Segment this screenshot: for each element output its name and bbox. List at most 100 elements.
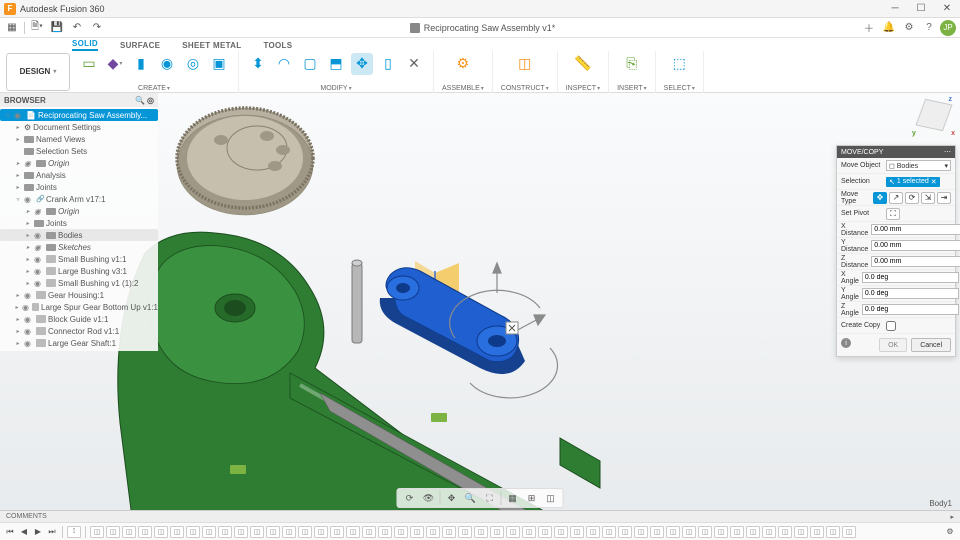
timeline-feature[interactable]: ◫	[442, 526, 456, 538]
select-label[interactable]: SELECT	[664, 85, 695, 93]
selection-chip[interactable]: ↖ 1 selected ✕	[886, 177, 940, 187]
move-type-rotate-icon[interactable]: ⟳	[905, 192, 919, 204]
tree-item[interactable]: ▸◉Origin	[0, 157, 158, 169]
tree-item[interactable]: ▸Joints	[0, 217, 158, 229]
close-button[interactable]: ✕	[934, 0, 960, 18]
timeline-feature[interactable]: ◫	[586, 526, 600, 538]
visibility-icon[interactable]: ◉	[34, 255, 44, 264]
timeline-feature[interactable]: ◫	[554, 526, 568, 538]
timeline-feature[interactable]: ◫	[794, 526, 808, 538]
ribbon-tab-surface[interactable]: SURFACE	[120, 41, 160, 51]
move-icon[interactable]: ✥	[351, 53, 373, 75]
tree-item[interactable]: ▸◉Large Gear Shaft:1	[0, 337, 158, 349]
expand-icon[interactable]: ▸	[14, 124, 22, 131]
expand-icon[interactable]: ▸	[14, 328, 22, 335]
tree-item[interactable]: ▸◉Large Bushing v3:1	[0, 265, 158, 277]
browser-settings-icon[interactable]: ◎	[147, 96, 154, 105]
timeline-feature[interactable]: ◫	[202, 526, 216, 538]
timeline-feature[interactable]: ◫	[250, 526, 264, 538]
zoom-icon[interactable]: 🔍	[463, 491, 479, 505]
timeline-feature[interactable]: ◫	[458, 526, 472, 538]
set-pivot-button[interactable]: ⛶	[886, 208, 900, 220]
hole-icon[interactable]: ◎	[182, 53, 204, 75]
timeline-feature[interactable]: ◫	[634, 526, 648, 538]
workspace-switcher[interactable]: DESIGN	[6, 53, 70, 91]
viewcube-face[interactable]	[915, 99, 952, 131]
timeline-feature[interactable]: ◫	[666, 526, 680, 538]
timeline-feature[interactable]: ◫	[538, 526, 552, 538]
look-icon[interactable]: 👁	[421, 491, 437, 505]
tree-item[interactable]: ▸Joints	[0, 181, 158, 193]
tree-item[interactable]: ▸◉Gear Housing:1	[0, 289, 158, 301]
sketch-icon[interactable]: ▭	[78, 53, 100, 75]
comments-bar[interactable]: COMMENTS ▸	[0, 510, 960, 522]
viewports-icon[interactable]: ◫	[543, 491, 559, 505]
x-distance-input[interactable]	[871, 224, 960, 235]
timeline-feature[interactable]: ◫	[842, 526, 856, 538]
shell-icon[interactable]: ▢	[299, 53, 321, 75]
grid-icon[interactable]: ⊞	[524, 491, 540, 505]
timeline-feature[interactable]: ◫	[490, 526, 504, 538]
timeline-feature[interactable]: ◫	[746, 526, 760, 538]
tree-item[interactable]: Selection Sets	[0, 145, 158, 157]
timeline-feature[interactable]: ◫	[426, 526, 440, 538]
visibility-icon[interactable]: ◉	[24, 159, 34, 168]
timeline-feature[interactable]: ◫	[122, 526, 136, 538]
display-icon[interactable]: ▦	[505, 491, 521, 505]
cancel-button[interactable]: Cancel	[911, 338, 951, 352]
timeline-feature[interactable]: ◫	[282, 526, 296, 538]
inspect-icon[interactable]: 📏	[572, 53, 594, 75]
timeline-feature[interactable]: ◫	[602, 526, 616, 538]
viewcube[interactable]: z x y	[914, 97, 954, 137]
move-type-translate-icon[interactable]: ↗	[889, 192, 903, 204]
timeline-feature[interactable]: ◫	[682, 526, 696, 538]
tree-item[interactable]: ▸Named Views	[0, 133, 158, 145]
visibility-icon[interactable]: ◉	[34, 243, 44, 252]
timeline-feature[interactable]: ◫	[730, 526, 744, 538]
timeline-feature[interactable]: ◫	[330, 526, 344, 538]
move-type-free-icon[interactable]: ✥	[873, 192, 887, 204]
combine-icon[interactable]: ⬒	[325, 53, 347, 75]
move-type-align-icon[interactable]: ⇥	[937, 192, 951, 204]
timeline-feature[interactable]: ◫	[186, 526, 200, 538]
timeline-feature[interactable]: ◫	[618, 526, 632, 538]
browser-header[interactable]: BROWSER 🔍 ◎	[0, 93, 158, 107]
fillet-icon[interactable]: ◠	[273, 53, 295, 75]
timeline-feature[interactable]: ◫	[154, 526, 168, 538]
timeline-feature[interactable]: ◫	[810, 526, 824, 538]
timeline-feature[interactable]: ◫	[650, 526, 664, 538]
timeline-feature[interactable]: ◫	[106, 526, 120, 538]
expand-icon[interactable]: ▸	[14, 340, 22, 347]
comments-expand-icon[interactable]: ▸	[950, 513, 954, 521]
timeline-feature[interactable]: ◫	[522, 526, 536, 538]
timeline-feature[interactable]: ◫	[714, 526, 728, 538]
timeline-feature[interactable]: ◫	[90, 526, 104, 538]
tree-item[interactable]: ▸◉Connector Rod v1:1	[0, 325, 158, 337]
assemble-icon[interactable]: ⚙	[452, 53, 474, 75]
expand-icon[interactable]: ▸	[24, 244, 32, 251]
user-avatar[interactable]: JP	[940, 20, 956, 36]
y-angle-input[interactable]	[862, 288, 959, 299]
expand-icon[interactable]: ▸	[14, 172, 22, 179]
press-pull-icon[interactable]: ⬍	[247, 53, 269, 75]
timeline-play-icon[interactable]: ▶	[32, 526, 44, 538]
new-tab-button[interactable]: ＋	[860, 20, 878, 36]
timeline-feature[interactable]: ◫	[346, 526, 360, 538]
timeline-feature[interactable]: ◫	[234, 526, 248, 538]
timeline-feature[interactable]: ◫	[570, 526, 584, 538]
expand-icon[interactable]: ▸	[14, 184, 22, 191]
tree-item[interactable]: ▸◉Bodies	[0, 229, 158, 241]
z-distance-input[interactable]	[871, 256, 960, 267]
revolve-icon[interactable]: ◉	[156, 53, 178, 75]
insert-icon[interactable]: ⎘	[621, 53, 643, 75]
extrude-icon[interactable]: ▮	[130, 53, 152, 75]
orbit-icon[interactable]: ⟳	[402, 491, 418, 505]
timeline-feature[interactable]: ◫	[474, 526, 488, 538]
inspect-label[interactable]: INSPECT	[566, 85, 600, 93]
tree-item[interactable]: ▸◉Block Guide v1:1	[0, 313, 158, 325]
z-angle-input[interactable]	[862, 304, 959, 315]
visibility-icon[interactable]: ◉	[24, 327, 34, 336]
maximize-button[interactable]: ☐	[908, 0, 934, 18]
select-icon[interactable]: ⬚	[668, 53, 690, 75]
expand-icon[interactable]: ▸	[24, 232, 32, 239]
